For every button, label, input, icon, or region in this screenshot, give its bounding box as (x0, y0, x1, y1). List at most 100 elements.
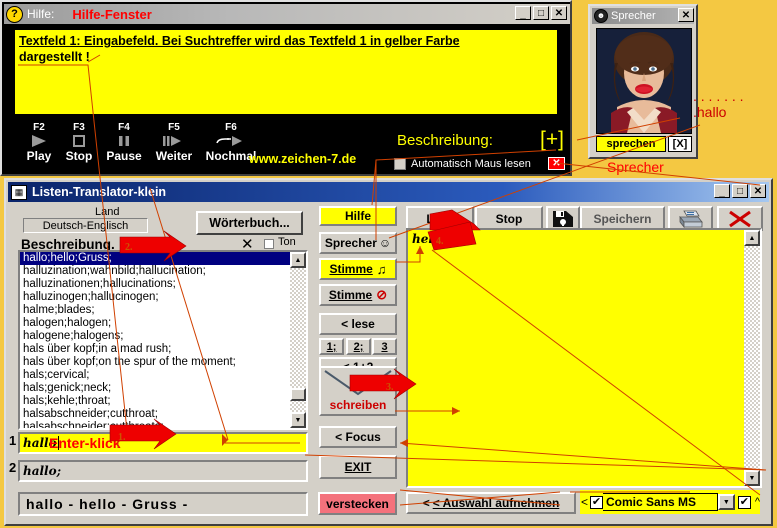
font-name-field[interactable]: Comic Sans MS (603, 493, 718, 511)
auto-mouse-read-option[interactable]: Automatisch Maus lesen (394, 158, 531, 170)
list-item[interactable]: halluzinogen;hallucinogen; (20, 291, 292, 304)
stimme-on-button[interactable]: Stimme ♫ (319, 258, 397, 280)
list-item[interactable]: halsabschneider;cutthroat; (20, 408, 292, 421)
stop-button[interactable]: F3 Stop (56, 122, 102, 163)
plus-button[interactable]: [+] (540, 128, 564, 152)
scroll-down-button[interactable]: ▼ (290, 412, 306, 428)
annotation-sprecher: Sprecher (607, 159, 664, 175)
ton-checkbox[interactable] (264, 239, 274, 249)
help-red-close-button[interactable]: ✕ (548, 157, 565, 170)
sprecher-button[interactable]: Sprecher ☺ (319, 232, 397, 254)
weiter-button[interactable]: F5 Weiter (146, 122, 202, 163)
translator-icon: ▦ (11, 184, 27, 200)
list-item[interactable]: halogen;halogen; (20, 317, 292, 330)
auswahl-label: < Auswahl aufnehmen (432, 496, 560, 510)
woerterbuch-button[interactable]: Wörterbuch... (196, 211, 303, 235)
translation-output-text: hello (412, 232, 446, 246)
dictionary-list-items: hallo;hello;Gruss; halluzination;wahnbild… (20, 252, 292, 428)
verstecken-button[interactable]: verstecken (318, 492, 397, 515)
output-scrollbar[interactable]: ▲ ▼ (744, 230, 760, 486)
auto-mouse-label: Automatisch Maus lesen (411, 158, 531, 170)
font-caret-icon: ^ (754, 496, 760, 508)
column-marker-2: 2. (138, 235, 149, 249)
sprechen-button[interactable]: sprechen (596, 136, 666, 152)
auto-mouse-checkbox[interactable] (394, 158, 406, 170)
language-pair-field[interactable]: Deutsch-Englisch (23, 218, 148, 233)
stimme-on-label: Stimme (329, 262, 373, 276)
number-2-label: 2; (353, 340, 364, 353)
help-text-line1: Textfeld 1: Eingabefeld. Bei Suchtreffer… (19, 34, 460, 48)
lese-button[interactable]: < lese (319, 313, 397, 335)
sprecher-button-label: Sprecher (324, 236, 377, 250)
annotation-enter-klick: Enter-klick (49, 435, 121, 451)
scroll-thumb[interactable] (290, 388, 306, 401)
font-dropdown-button[interactable]: ▼ (717, 494, 735, 510)
schreiben-button[interactable]: schreiben (319, 366, 397, 416)
font-secondary-checkbox[interactable]: ✔ (737, 495, 751, 509)
number-1-button[interactable]: 1; (319, 338, 344, 355)
stop-icon (56, 133, 102, 149)
result-bar: hallo - hello - Gruss - (18, 492, 308, 516)
help-description-panel: Textfeld 1: Eingabefeld. Bei Suchtreffer… (14, 29, 558, 115)
font-arrow-icon: < (581, 495, 589, 509)
output-scroll-down-button[interactable]: ▼ (744, 470, 760, 486)
sprecher-window: ☻ Sprecher ✕ sprechen [X] (588, 4, 698, 159)
main-titlebar[interactable]: ▦ Listen-Translator-klein _ □ ✕ (8, 182, 769, 202)
repeat-icon (198, 133, 264, 149)
hilfe-button[interactable]: Hilfe (319, 206, 397, 226)
number-3-button[interactable]: 3 (372, 338, 397, 355)
list-item[interactable]: hals;kehle;throat; (20, 395, 292, 408)
column-marker-3: 3. (164, 235, 175, 249)
weiter-label: Weiter (155, 149, 193, 163)
speaker-avatar-photo (596, 28, 692, 134)
main-maximize-button[interactable]: □ (732, 184, 748, 198)
number-1-label: 1; (326, 340, 337, 353)
pause-button[interactable]: F4 Pause (98, 122, 150, 163)
help-text-line2: dargestellt ! (19, 50, 90, 64)
help-window: ? Hilfe: Hilfe-Fenster _ □ ✕ Textfeld 1:… (0, 0, 572, 176)
list-item[interactable]: hals über kopf;on the spur of the moment… (20, 356, 292, 369)
website-url[interactable]: www.zeichen-7.de (249, 152, 356, 166)
pause-key-label: F4 (118, 122, 130, 133)
listbox-scrollbar[interactable]: ▲ ▼ (290, 252, 306, 428)
nochmal-key-label: F6 (225, 122, 237, 133)
main-close-button[interactable]: ✕ (750, 184, 766, 198)
list-item[interactable]: halluzination;wahnbild;hallucination; (20, 265, 292, 278)
list-item[interactable]: halluzinationen;hallucinations; (20, 278, 292, 291)
number-3-label: 3 (381, 340, 388, 353)
weiter-key-label: F5 (168, 122, 180, 133)
annotation-hallo: . . . . . . . .hallo (693, 88, 744, 120)
font-selector-row: < ✔ Comic Sans MS ▼ ✔ ^ (580, 490, 760, 514)
help-maximize-button[interactable]: □ (533, 6, 549, 20)
list-item[interactable]: halsabschneider;cutthroats; (20, 421, 292, 428)
help-close-button[interactable]: ✕ (551, 6, 567, 20)
focus-button[interactable]: < Focus (319, 426, 397, 448)
font-enable-checkbox[interactable]: ✔ (590, 495, 604, 509)
pause-icon (98, 133, 150, 149)
face-icon: ☻ (594, 9, 608, 23)
auswahl-aufnehmen-button[interactable]: < < Auswahl aufnehmen (406, 492, 576, 514)
list-item[interactable]: hals;cervical; (20, 369, 292, 382)
translation-output-area[interactable]: hello ▲ ▼ (406, 228, 762, 488)
stimme-off-button[interactable]: Stimme ⊘ (319, 284, 397, 306)
exit-button[interactable]: EXIT (319, 455, 397, 479)
list-item[interactable]: hallo;hello;Gruss; (20, 252, 292, 265)
sprecher-close-button[interactable]: ✕ (678, 8, 694, 22)
field2-number-label: 2 (9, 460, 17, 475)
scroll-up-button[interactable]: ▲ (290, 252, 306, 268)
number-2-button[interactable]: 2; (346, 338, 371, 355)
list-item[interactable]: halme;blades; (20, 304, 292, 317)
output-scroll-up-button[interactable]: ▲ (744, 230, 760, 246)
list-item[interactable]: halogene;halogens; (20, 330, 292, 343)
dictionary-listbox[interactable]: hallo;hello;Gruss; halluzination;wahnbild… (18, 250, 308, 430)
land-label: Land (95, 206, 120, 218)
sprecher-action-row: sprechen [X] (596, 136, 692, 152)
secondary-input-field[interactable]: hallo; (18, 460, 308, 482)
list-item[interactable]: hals;genick;neck; (20, 382, 292, 395)
sprecher-x-button[interactable]: [X] (668, 136, 692, 152)
list-item[interactable]: hals über kopf;in a mad rush; (20, 343, 292, 356)
help-minimize-button[interactable]: _ (515, 6, 531, 20)
main-minimize-button[interactable]: _ (714, 184, 730, 198)
help-titlebar[interactable]: ? Hilfe: Hilfe-Fenster _ □ ✕ (4, 4, 570, 24)
secondary-input-value: hallo; (23, 464, 62, 478)
